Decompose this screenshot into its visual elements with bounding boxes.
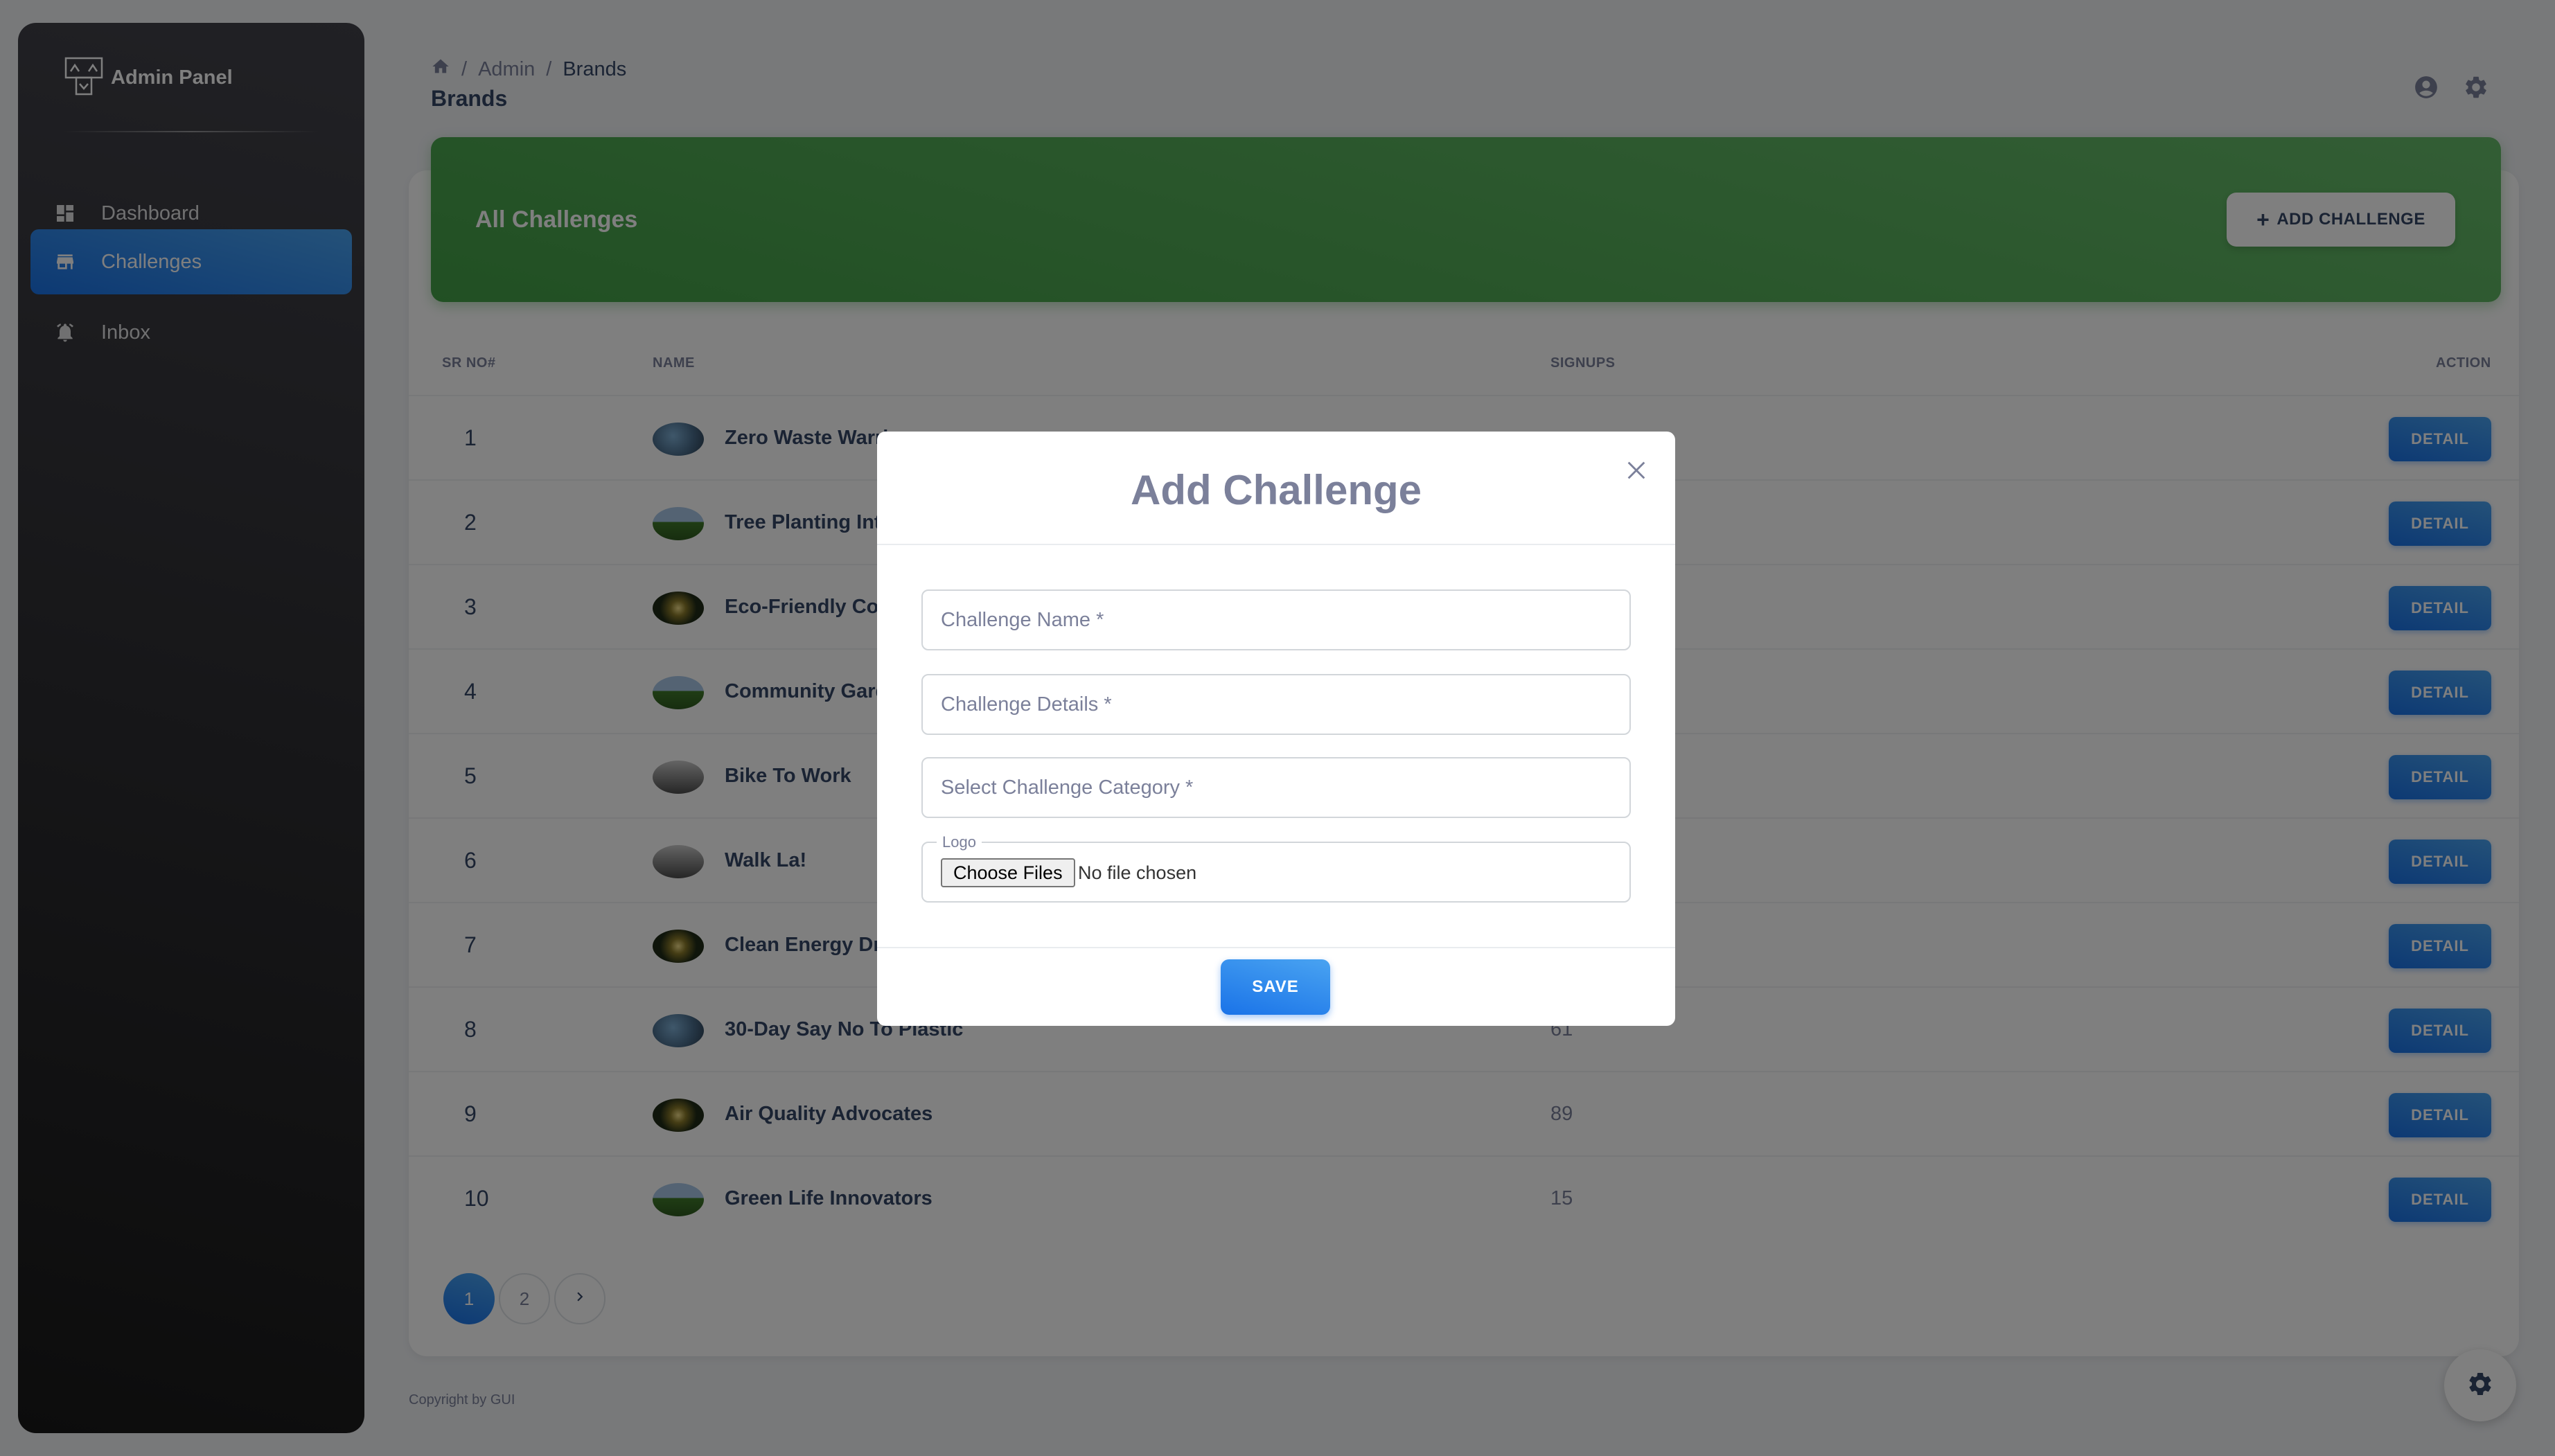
logo-upload-field: Logo Choose Files No file chosen — [921, 833, 1631, 903]
challenge-name-placeholder: Challenge Name * — [941, 609, 1104, 631]
no-file-text: No file chosen — [1078, 862, 1197, 883]
modal-divider — [877, 544, 1675, 545]
challenge-category-placeholder: Select Challenge Category * — [941, 776, 1194, 799]
challenge-details-placeholder: Challenge Details * — [941, 693, 1112, 716]
logo-label: Logo — [937, 833, 982, 851]
challenge-details-field[interactable]: Challenge Details * — [921, 674, 1631, 735]
challenge-category-select[interactable]: Select Challenge Category * — [921, 757, 1631, 818]
choose-files-button[interactable]: Choose Files — [941, 858, 1075, 887]
challenge-name-field[interactable]: Challenge Name * — [921, 589, 1631, 650]
modal-title: Add Challenge — [1130, 467, 1422, 513]
close-icon[interactable] — [1621, 455, 1652, 486]
save-button[interactable]: SAVE — [1221, 959, 1330, 1015]
modal-divider — [877, 947, 1675, 948]
add-challenge-modal: Add Challenge Challenge Name * Challenge… — [877, 432, 1675, 1026]
